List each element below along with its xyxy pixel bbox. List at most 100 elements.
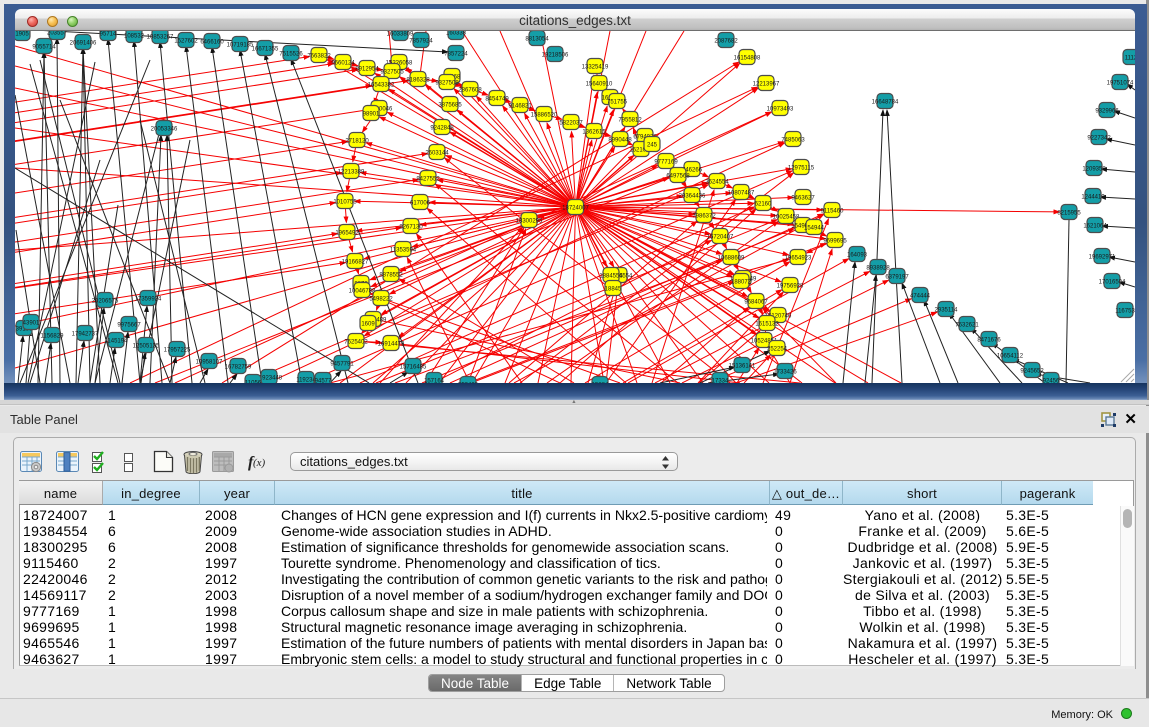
svg-text:1010755: 1010755 [333, 199, 357, 205]
svg-text:751755: 751755 [607, 99, 628, 105]
svg-text:8427552: 8427552 [416, 176, 440, 182]
svg-text:17957225: 17957225 [164, 347, 191, 353]
svg-text:8186328: 8186328 [406, 77, 430, 83]
svg-text:16671355: 16671355 [252, 46, 279, 52]
svg-text:9327505: 9327505 [380, 69, 404, 75]
svg-text:9146821: 9146821 [508, 103, 532, 109]
svg-text:13325419: 13325419 [582, 64, 609, 70]
svg-text:617006: 617006 [410, 200, 431, 206]
svg-text:108532: 108532 [124, 33, 145, 39]
svg-text:20206575: 20206575 [92, 298, 119, 304]
svg-text:119234: 119234 [296, 377, 316, 383]
svg-text:18300295: 18300295 [516, 218, 543, 224]
svg-text:10973493: 10973493 [767, 106, 794, 112]
svg-text:15886520: 15886520 [531, 112, 558, 118]
svg-text:19654923: 19654923 [785, 255, 812, 261]
svg-text:15716485: 15716485 [400, 364, 427, 370]
svg-text:10688609: 10688609 [718, 255, 745, 261]
svg-text:7663822: 7663822 [307, 53, 331, 59]
svg-text:1362615: 1362615 [582, 129, 606, 135]
svg-text:8471676: 8471676 [977, 337, 1001, 343]
svg-text:20364436: 20364436 [679, 193, 706, 199]
svg-text:17359924: 17359924 [135, 296, 162, 302]
svg-text:19218506: 19218506 [542, 52, 569, 58]
svg-text:9463627: 9463627 [791, 195, 815, 201]
svg-text:9699695: 9699695 [823, 238, 847, 244]
svg-text:164093: 164093 [847, 252, 868, 258]
svg-text:18845: 18845 [605, 286, 622, 292]
svg-text:92456: 92456 [1043, 378, 1060, 383]
svg-text:2867608: 2867608 [458, 87, 482, 93]
svg-text:12505135: 12505135 [133, 343, 160, 349]
svg-text:116753: 116753 [1115, 308, 1135, 314]
svg-text:1527602: 1527602 [174, 38, 198, 44]
svg-text:16033809: 16033809 [387, 31, 414, 37]
svg-text:11353594: 11353594 [390, 247, 417, 253]
svg-text:19751074: 19751074 [1107, 80, 1134, 86]
svg-text:1621064: 1621064 [1083, 223, 1107, 229]
svg-text:3875685: 3875685 [438, 102, 462, 108]
svg-text:15640910: 15640910 [586, 81, 613, 87]
svg-text:2718120: 2718120 [345, 138, 369, 144]
svg-text:8912954: 8912954 [355, 66, 379, 72]
svg-text:20053346: 20053346 [151, 126, 178, 132]
svg-text:10046788: 10046788 [349, 288, 376, 294]
svg-text:7515526: 7515526 [279, 51, 303, 57]
svg-text:10958107: 10958107 [196, 359, 223, 365]
svg-text:16648784: 16648784 [872, 99, 899, 105]
svg-text:2935114: 2935114 [935, 307, 959, 313]
svg-text:(x): (x) [253, 457, 266, 469]
svg-text:16914479: 16914479 [378, 341, 405, 347]
svg-text:7485063: 7485063 [781, 137, 805, 143]
svg-text:9975667: 9975667 [117, 322, 141, 328]
svg-text:1615132: 1615132 [755, 321, 779, 327]
svg-text:19692971: 19692971 [1089, 254, 1116, 260]
svg-text:7986372: 7986372 [692, 213, 716, 219]
svg-text:12975115: 12975115 [788, 165, 815, 171]
svg-text:8938928: 8938928 [866, 265, 890, 271]
svg-text:9245652: 9245652 [1020, 368, 1044, 374]
svg-text:2603144: 2603144 [425, 150, 449, 156]
svg-text:3624554: 3624554 [705, 179, 729, 185]
svg-text:9327508: 9327508 [435, 80, 459, 86]
svg-text:1209358: 1209358 [1082, 166, 1106, 172]
svg-text:1884556: 1884556 [599, 273, 623, 279]
svg-text:62160: 62160 [755, 201, 772, 207]
svg-text:1965492: 1965492 [335, 230, 359, 236]
svg-text:8454749: 8454749 [485, 96, 509, 102]
svg-text:15720407: 15720407 [707, 234, 734, 240]
svg-text:16154808: 16154808 [734, 55, 761, 61]
svg-text:203557: 203557 [47, 31, 68, 36]
svg-text:9055714: 9055714 [32, 44, 56, 50]
svg-text:19166827: 19166827 [342, 259, 369, 265]
svg-text:12213967: 12213967 [753, 81, 780, 87]
svg-text:154944: 154944 [804, 225, 825, 231]
svg-text:9242848: 9242848 [430, 125, 454, 131]
svg-text:12213389: 12213389 [338, 169, 365, 175]
svg-text:9227342: 9227342 [1087, 135, 1111, 141]
svg-text:19756928: 19756928 [777, 283, 804, 289]
svg-text:252254: 252254 [767, 346, 788, 352]
svg-text:7857924: 7857924 [409, 38, 433, 44]
svg-text:9115460: 9115460 [821, 208, 845, 214]
svg-text:16782759: 16782759 [225, 364, 252, 370]
svg-text:8990448: 8990448 [608, 137, 632, 143]
svg-text:15884: 15884 [592, 382, 609, 383]
svg-text:17942737: 17942737 [72, 331, 99, 337]
svg-text:7955812: 7955812 [618, 117, 642, 123]
svg-text:9660124: 9660124 [331, 60, 355, 66]
svg-text:10654112: 10654112 [997, 353, 1024, 359]
svg-text:245: 245 [647, 142, 658, 148]
svg-text:95714: 95714 [100, 31, 117, 37]
svg-text:5498222: 5498222 [369, 296, 393, 302]
svg-text:6466160: 6466160 [200, 39, 224, 45]
svg-text:7632621: 7632621 [955, 322, 979, 328]
svg-text:188072: 188072 [731, 279, 752, 285]
svg-text:10853267: 10853267 [147, 34, 174, 40]
svg-text:15136141: 15136141 [729, 363, 756, 369]
svg-text:8813054: 8813054 [525, 36, 549, 42]
svg-text:1244419: 1244419 [1081, 194, 1105, 200]
svg-text:157164: 157164 [424, 378, 445, 383]
svg-text:43901: 43901 [23, 320, 40, 326]
svg-text:9777169: 9777169 [654, 159, 678, 165]
